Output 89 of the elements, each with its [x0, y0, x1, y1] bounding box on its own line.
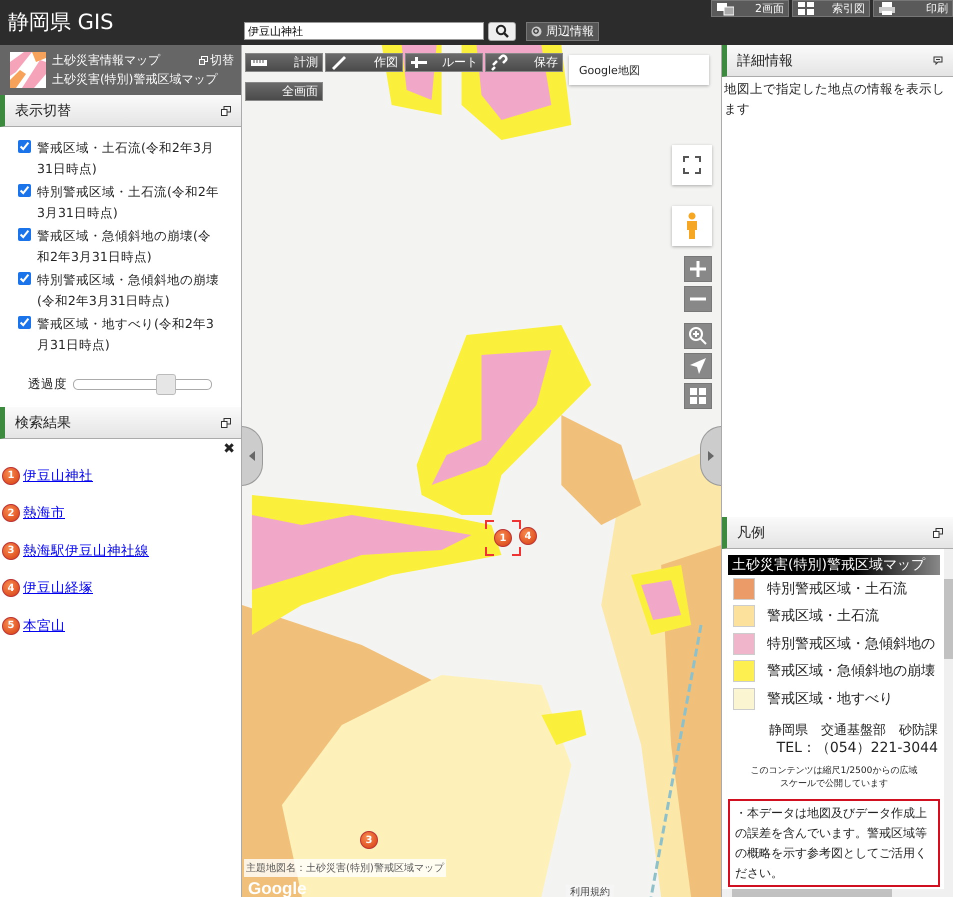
terms-link[interactable]: 利用規約 — [566, 885, 614, 897]
number-marker: 1 — [2, 466, 20, 485]
legend-label: 特別警戒区域・急傾斜地の — [767, 634, 935, 653]
toolbar-button[interactable]: 印刷 — [873, 0, 953, 17]
map-tool-button[interactable]: ルート — [405, 53, 483, 72]
legend-label: 特別警戒区域・土石流 — [767, 580, 907, 598]
zoom-out-button[interactable] — [684, 286, 712, 312]
panel-title: 凡例 — [737, 524, 765, 542]
fullscreen-button[interactable]: 全画面 — [245, 82, 323, 101]
scale-note: このコンテンツは縮尺1/2500からの広域スケールで公開しています — [750, 764, 918, 790]
layer-checkbox[interactable] — [18, 184, 31, 197]
panel-title: 詳細情報 — [737, 52, 793, 70]
zoom-tool-button[interactable] — [684, 323, 712, 349]
map-tool-button[interactable]: 計測 — [245, 53, 323, 72]
ruler-icon — [250, 58, 268, 66]
pen-icon — [330, 54, 348, 72]
number-marker: 5 — [2, 616, 20, 635]
popout-icon[interactable] — [221, 106, 231, 116]
map-theme-title: 土砂災害情報マップ — [52, 52, 160, 69]
opacity-label: 透過度 — [28, 376, 67, 393]
vertical-scrollbar[interactable] — [944, 549, 953, 889]
link-icon — [490, 54, 508, 72]
layer-label: 警戒区域・急傾斜地の崩壊(令和2年3月31日時点) — [37, 227, 212, 266]
map-tool-button[interactable]: 保存 — [485, 53, 563, 72]
opacity-slider-thumb[interactable] — [156, 374, 176, 395]
legend-label: 警戒区域・急傾斜地の崩壊 — [767, 662, 935, 680]
result-link[interactable]: 伊豆山神社 — [23, 466, 93, 485]
fullscreen-toggle[interactable] — [672, 145, 712, 185]
result-link[interactable]: 伊豆山経塚 — [23, 579, 93, 598]
layer-label: 警戒区域・地すべり(令和2年3月31日時点) — [37, 315, 215, 354]
legend-label: 警戒区域・土石流 — [767, 607, 879, 626]
result-link[interactable]: 本宮山 — [23, 616, 65, 635]
layer-checkbox[interactable] — [18, 228, 31, 241]
office-name: 静岡県 交通基盤部 砂防課 — [768, 722, 939, 738]
legend-heading: 土砂災害(特別)警戒区域マップ — [728, 555, 940, 575]
panel-title: 表示切替 — [15, 102, 71, 120]
magnifier-icon — [688, 326, 708, 346]
number-marker: 3 — [2, 542, 20, 560]
result-link[interactable]: 熱海市 — [23, 504, 65, 522]
popout-icon[interactable] — [221, 418, 231, 428]
map-thumbnail-icon — [10, 52, 46, 88]
layer-checkbox[interactable] — [18, 140, 31, 153]
crosshair-icon — [484, 519, 522, 557]
grid-icon — [797, 1, 815, 16]
caret-left-icon — [249, 451, 255, 461]
search-button[interactable] — [488, 22, 516, 40]
plus-icon — [689, 260, 707, 278]
fullscreen-icon — [683, 156, 701, 174]
minus-icon — [689, 297, 707, 301]
person-icon — [685, 212, 699, 240]
legend-label: 警戒区域・地すべり — [767, 690, 893, 708]
detail-text: 地図上で指定した地点の情報を表示します — [723, 80, 946, 118]
number-marker: 2 — [2, 504, 20, 522]
layer-label: 特別警戒区域・急傾斜地の崩壊(令和2年3月31日時点) — [37, 271, 220, 310]
app-title: 静岡県 GIS — [7, 9, 114, 36]
switch-icon — [199, 56, 208, 65]
route-icon — [410, 56, 428, 69]
search-field[interactable]: 伊豆山神社 — [244, 22, 484, 40]
horizontal-scrollbar[interactable] — [722, 889, 953, 897]
toolbar-button[interactable]: 索引図 — [792, 0, 870, 17]
close-button[interactable]: ✖ — [223, 441, 235, 457]
nearby-icon — [531, 26, 542, 36]
notice-text: ・本データは地図及びデータ作成上の誤差を含んでいます。警戒区域等の概略を示す参考図としてご活用ください。 — [728, 798, 940, 886]
phone-number: TEL：（054）221-3044 — [776, 738, 939, 756]
comment-icon[interactable] — [933, 56, 943, 66]
toolbar-button[interactable]: 2画面 — [711, 0, 789, 17]
layer-label: 警戒区域・土石流(令和2年3月31日時点) — [37, 139, 215, 178]
theme-map-caption: 主題地図名：土砂災害(特別)警戒区域マップ — [244, 859, 446, 877]
nearby-info-button[interactable]: 周辺情報 — [526, 22, 599, 40]
layer-label: 特別警戒区域・土石流(令和2年3月31日時点) — [37, 183, 220, 222]
basemap-selector[interactable]: Google地図 — [569, 55, 709, 85]
layer-checkbox[interactable] — [18, 272, 31, 285]
zoom-in-button[interactable] — [684, 256, 712, 282]
search-icon — [495, 24, 509, 38]
layer-checkbox[interactable] — [18, 316, 31, 329]
switch-link[interactable]: 切替 — [199, 51, 234, 70]
map-theme-subtitle: 土砂災害(特別)警戒区域マップ — [52, 71, 219, 88]
navigation-arrow-icon — [689, 357, 707, 375]
panel-title: 検索結果 — [15, 414, 71, 432]
grid-icon — [689, 387, 707, 405]
extent-button[interactable] — [684, 383, 712, 409]
result-link[interactable]: 熱海駅伊豆山神社線 — [23, 542, 149, 560]
popout-icon[interactable] — [933, 528, 943, 538]
two-windows-icon — [716, 1, 734, 16]
locate-button[interactable] — [684, 353, 712, 379]
printer-icon — [878, 1, 896, 16]
map-tool-button[interactable]: 作図 — [325, 53, 403, 72]
number-marker: 4 — [2, 579, 20, 598]
caret-right-icon — [708, 451, 714, 461]
